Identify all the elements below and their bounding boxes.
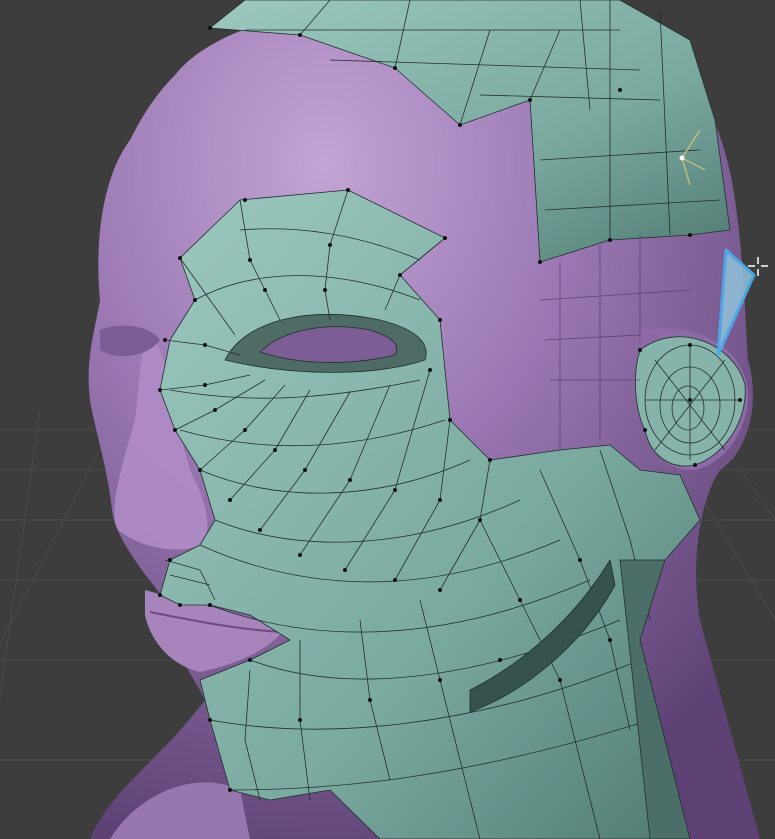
viewport-canvas[interactable] xyxy=(0,0,775,839)
3d-viewport[interactable] xyxy=(0,0,775,839)
